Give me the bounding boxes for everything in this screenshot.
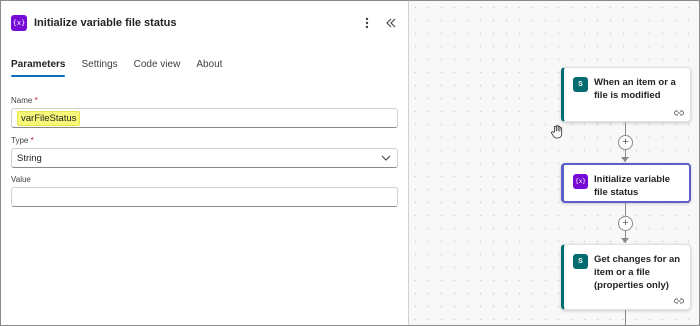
panel-header: {x} Initialize variable file status [11,12,398,34]
name-input-value: varFileStatus [17,110,81,126]
connector-line [625,310,626,325]
link-icon [674,110,684,116]
name-field-label: Name * [11,96,38,105]
tab-settings[interactable]: Settings [81,59,117,75]
tab-about[interactable]: About [196,59,222,75]
flow-node-get-changes[interactable]: S Get changes for an item or a file (pro… [561,244,691,310]
required-mark: * [30,136,34,145]
link-icon [674,298,684,304]
type-field-label: Type * [11,136,34,145]
app-window: {x} Initialize variable file status Para… [0,0,700,326]
value-input[interactable] [11,187,398,207]
type-select[interactable]: String [11,148,398,168]
action-properties-panel: {x} Initialize variable file status Para… [1,1,409,325]
variable-icon: {x} [11,15,27,31]
node-title: Get changes for an item or a file (prope… [594,254,681,291]
add-step-button[interactable]: + [618,135,633,150]
arrow-down-icon [621,157,629,162]
node-title: Initialize variable file status [594,174,671,198]
more-options-icon[interactable] [360,15,374,31]
name-input[interactable]: varFileStatus [11,108,398,128]
add-step-button[interactable]: + [618,216,633,231]
value-label-text: Value [11,175,31,184]
tab-parameters[interactable]: Parameters [11,59,66,77]
panel-tabs: Parameters Settings Code view About [11,59,238,77]
flow-node-initialize-variable[interactable]: {x} Initialize variable file status [561,163,691,203]
sharepoint-icon: S [573,254,588,269]
variable-icon: {x} [573,174,588,189]
sharepoint-icon: S [573,77,588,92]
required-mark: * [34,96,38,105]
arrow-down-icon [621,238,629,243]
hand-cursor-icon [551,125,563,139]
header-actions [360,15,398,31]
chevron-down-icon [381,155,391,161]
value-field-label: Value [11,175,31,184]
node-title: When an item or a file is modified [594,77,676,101]
type-label-text: Type [11,136,29,145]
tab-code-view[interactable]: Code view [134,59,181,75]
collapse-panel-icon[interactable] [384,15,398,31]
name-label-text: Name [11,96,33,105]
panel-title: Initialize variable file status [34,17,177,29]
type-select-value: String [17,152,42,164]
flow-node-trigger[interactable]: S When an item or a file is modified [561,67,691,122]
